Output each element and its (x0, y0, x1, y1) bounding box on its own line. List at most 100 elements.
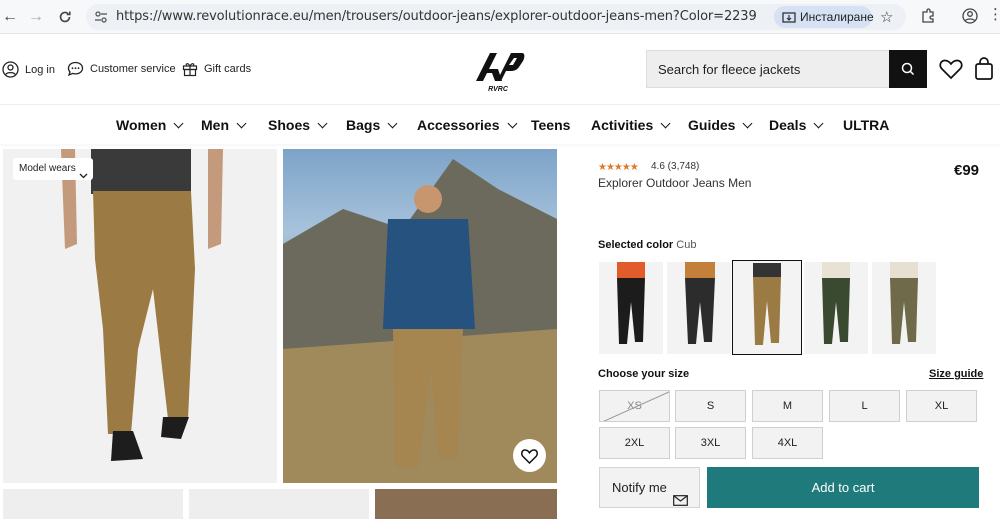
size-label: 3XL (700, 437, 721, 449)
rating-text[interactable]: 4.6 (3,748) (651, 161, 699, 172)
search-input[interactable] (647, 51, 877, 87)
wishlist-button[interactable] (939, 58, 963, 85)
chevron-down-icon (79, 166, 88, 188)
customer-service-link[interactable]: Customer service (67, 61, 176, 77)
nav-deals[interactable]: Deals (769, 117, 824, 133)
nav-label: Deals (769, 117, 807, 133)
color-swatch-4[interactable] (804, 262, 868, 354)
size-label: M (782, 400, 793, 412)
nav-label: Guides (688, 117, 736, 133)
nav-teens[interactable]: Teens (531, 117, 570, 133)
bag-icon (975, 57, 993, 80)
login-link[interactable]: Log in (2, 61, 55, 78)
product-image-main[interactable] (3, 149, 277, 483)
size-xs-button[interactable]: XS (599, 390, 670, 422)
color-swatch-5[interactable] (872, 262, 936, 354)
size-guide-link[interactable]: Size guide (929, 368, 983, 380)
reload-icon[interactable] (55, 7, 75, 27)
gift-icon (182, 63, 198, 77)
color-swatch-2[interactable] (667, 262, 731, 354)
install-app-button[interactable]: Инсталиране (774, 6, 874, 28)
product-image-lifestyle[interactable] (283, 149, 557, 483)
search-button[interactable] (889, 50, 927, 88)
nav-label: Accessories (417, 117, 500, 133)
model-wears-toggle[interactable]: Model wears (13, 158, 93, 180)
login-label: Log in (25, 63, 55, 76)
logo-text: RVRC (488, 86, 509, 93)
heart-icon (521, 449, 538, 465)
size-label: L (861, 400, 868, 412)
size-2xl-button[interactable]: 2XL (599, 427, 670, 459)
bookmark-star-icon[interactable]: ☆ (880, 8, 893, 26)
nav-label: ULTRA (843, 117, 890, 133)
chat-icon (67, 61, 84, 77)
selected-color: Selected color Cub (598, 239, 696, 251)
site-logo[interactable]: RVRC (470, 47, 526, 93)
gift-cards-label: Gift cards (204, 63, 252, 75)
gift-cards-link[interactable]: Gift cards (182, 61, 251, 77)
size-title: Choose your size (598, 368, 690, 380)
nav-men[interactable]: Men (201, 117, 247, 133)
search-icon (901, 62, 915, 76)
model-wears-label: Model wears (19, 163, 76, 174)
nav-label: Bags (346, 117, 381, 133)
color-swatch-1[interactable] (599, 262, 663, 354)
chevron-down-icon (236, 118, 247, 129)
install-label: Инсталиране (800, 10, 874, 24)
heart-icon (939, 59, 963, 80)
user-icon (2, 61, 19, 78)
add-to-wishlist-button[interactable] (513, 439, 546, 472)
forward-icon[interactable]: → (26, 7, 46, 27)
nav-label: Activities (591, 117, 654, 133)
selected-color-label: Selected color (598, 239, 674, 251)
notify-me-button[interactable]: Notify me (599, 467, 700, 508)
chevron-down-icon (813, 118, 824, 129)
nav-bags[interactable]: Bags (346, 117, 398, 133)
search-field[interactable] (646, 50, 890, 88)
gallery-thumbnail[interactable] (3, 489, 183, 519)
unavailable-strike (603, 391, 669, 421)
size-label: S (706, 400, 715, 412)
nav-accessories[interactable]: Accessories (417, 117, 517, 133)
chevron-down-icon (387, 118, 398, 129)
add-to-cart-button[interactable]: Add to cart (707, 467, 979, 508)
address-bar[interactable]: https://www.revolutionrace.eu/men/trouse… (86, 4, 906, 30)
nav-label: Men (201, 117, 229, 133)
gallery-thumbnail[interactable] (375, 489, 557, 519)
size-3xl-button[interactable]: 3XL (675, 427, 746, 459)
chevron-down-icon (173, 118, 184, 129)
nav-label: Teens (531, 117, 571, 133)
install-icon (782, 10, 796, 32)
browser-menu-icon[interactable]: ⋮ (988, 5, 1000, 23)
profile-icon[interactable] (962, 8, 978, 29)
nav-ultra[interactable]: ULTRA (843, 117, 889, 133)
size-l-button[interactable]: L (829, 390, 900, 422)
nav-guides[interactable]: Guides (688, 117, 753, 133)
nav-shoes[interactable]: Shoes (268, 117, 328, 133)
browser-toolbar: ← → https://www.revolutionrace.eu/men/tr… (0, 0, 1000, 34)
chevron-down-icon (660, 118, 671, 129)
product-price: €99 (954, 162, 980, 179)
size-label: 2XL (624, 437, 645, 449)
chevron-down-icon (507, 118, 517, 129)
size-m-button[interactable]: M (752, 390, 823, 422)
nav-activities[interactable]: Activities (591, 117, 671, 133)
size-xl-button[interactable]: XL (906, 390, 977, 422)
nav-women[interactable]: Women (116, 117, 184, 133)
product-name: Explorer Outdoor Jeans Men (598, 176, 752, 190)
cart-button[interactable] (974, 57, 994, 86)
size-label: 4XL (777, 437, 798, 449)
size-4xl-button[interactable]: 4XL (752, 427, 823, 459)
site-settings-icon[interactable] (94, 10, 108, 29)
color-swatch-3-selected[interactable] (732, 260, 802, 355)
main-navigation: Women Men Shoes Bags Accessories Teens A… (0, 104, 1000, 144)
chevron-down-icon (317, 118, 328, 129)
selected-color-value: Cub (676, 239, 697, 251)
nav-label: Shoes (268, 117, 311, 133)
extensions-icon[interactable] (920, 8, 936, 29)
notify-label: Notify me (612, 480, 667, 495)
back-icon[interactable]: ← (0, 7, 20, 27)
customer-service-label: Customer service (90, 63, 176, 75)
gallery-thumbnail[interactable] (189, 489, 369, 519)
size-s-button[interactable]: S (675, 390, 746, 422)
